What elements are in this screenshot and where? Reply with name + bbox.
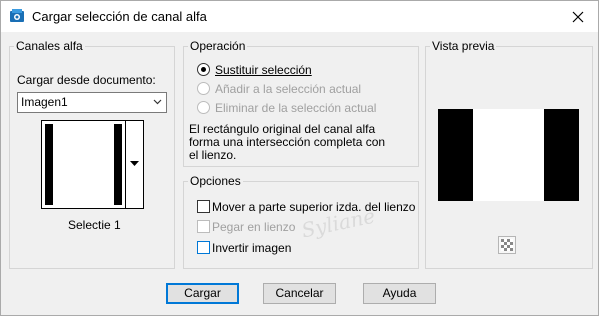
thumbnail-dropdown-button[interactable]	[125, 120, 144, 209]
dialog-window: Cargar selección de canal alfa Canales a…	[0, 0, 599, 316]
thumbnail-right-bar	[114, 124, 122, 205]
options-title: Opciones	[188, 174, 243, 188]
thumbnail-left-bar	[45, 124, 53, 205]
checkbox-move-box[interactable]	[197, 200, 210, 213]
checkbox-invert-label[interactable]: Invertir imagen	[212, 241, 291, 255]
radio-replace-button[interactable]	[197, 63, 210, 76]
preview-image	[438, 109, 579, 201]
alpha-channels-title: Canales alfa	[14, 39, 85, 53]
close-icon	[572, 11, 584, 23]
checkerboard-icon	[501, 239, 513, 251]
close-button[interactable]	[567, 7, 589, 27]
radio-replace-label[interactable]: Sustituir selección	[215, 63, 312, 77]
selection-name: Selectie 1	[68, 218, 121, 232]
caret-down-icon	[130, 161, 139, 166]
cancel-button[interactable]: Cancelar	[263, 283, 336, 304]
alpha-channel-thumbnail[interactable]	[41, 120, 127, 209]
checkbox-paste-box[interactable]	[197, 220, 210, 233]
checkbox-invert-box[interactable]	[197, 241, 210, 254]
radio-replace-text: Sustituir selección	[215, 63, 312, 77]
load-from-label: Cargar desde documento:	[17, 73, 156, 87]
chevron-down-icon	[153, 99, 162, 105]
radio-remove-button[interactable]	[197, 101, 210, 114]
app-icon	[10, 9, 24, 22]
load-from-text: Cargar desde documento:	[17, 73, 156, 87]
help-button[interactable]: Ayuda	[363, 283, 436, 304]
radio-selected-dot	[201, 67, 206, 72]
preview-right-bar	[544, 109, 579, 201]
operation-description-line-1: El rectángulo original del canal alfa	[189, 122, 376, 136]
checkbox-move-label[interactable]: Mover a parte superior izda. del lienzo	[212, 200, 415, 214]
radio-remove-label[interactable]: Eliminar de la selección actual	[215, 101, 376, 115]
operation-description-line-3: el lienzo.	[189, 148, 237, 162]
window-title: Cargar selección de canal alfa	[32, 9, 207, 24]
radio-add-button[interactable]	[197, 82, 210, 95]
title-bar[interactable]: Cargar selección de canal alfa	[1, 1, 598, 32]
radio-add-label[interactable]: Añadir a la selección actual	[215, 82, 361, 96]
operation-description-line-2: forma una intersección completa con	[189, 135, 386, 149]
operation-title: Operación	[188, 39, 248, 53]
transparency-toggle-button[interactable]	[498, 236, 516, 254]
checkbox-paste-label[interactable]: Pegar en lienzo	[212, 220, 295, 234]
document-select[interactable]: Imagen1	[17, 92, 167, 113]
document-select-value: Imagen1	[21, 95, 68, 109]
preview-left-bar	[438, 109, 473, 201]
load-button[interactable]: Cargar	[166, 283, 239, 304]
preview-title: Vista previa	[430, 39, 497, 53]
